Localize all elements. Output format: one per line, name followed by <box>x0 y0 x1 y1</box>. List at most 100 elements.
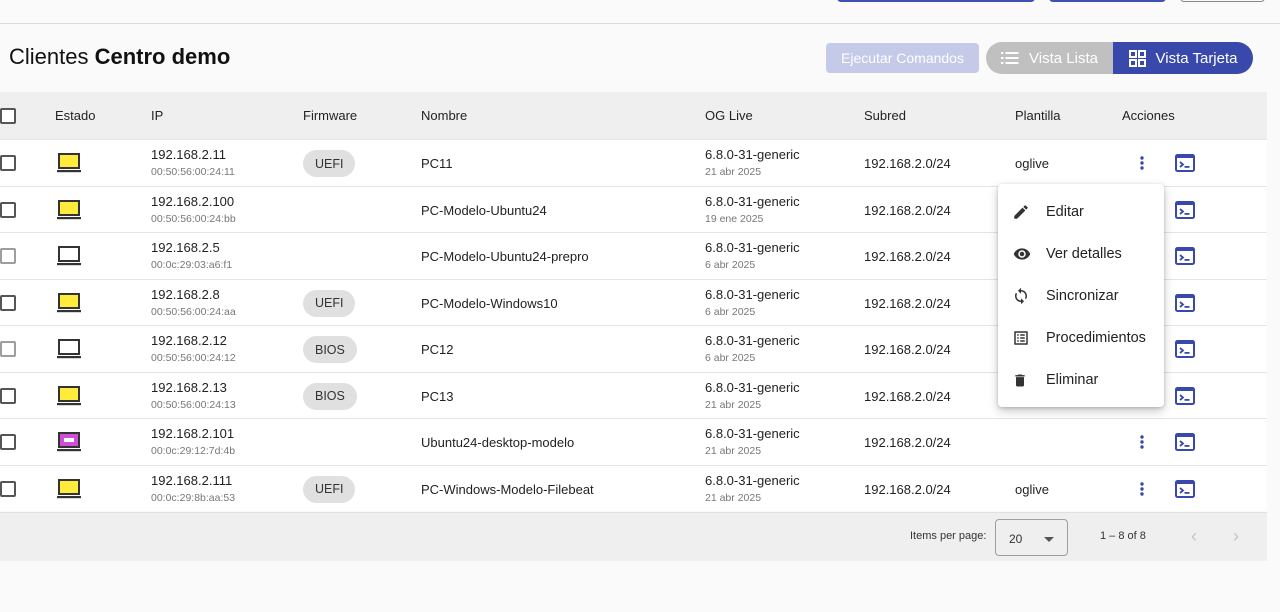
top-action-button-3[interactable] <box>1180 0 1265 2</box>
mac-address: 00:0c:29:12:7d:4b <box>151 445 236 457</box>
oglive-cell: 6.8.0-31-generic 6 abr 2025 <box>705 287 800 318</box>
terminal-icon[interactable] <box>1175 433 1195 451</box>
terminal-icon[interactable] <box>1175 386 1195 405</box>
row-checkbox[interactable] <box>0 201 16 218</box>
row-checkbox[interactable] <box>0 480 16 497</box>
mac-address: 00:50:56:00:24:11 <box>151 166 235 178</box>
column-header-ip[interactable]: IP <box>151 108 163 123</box>
top-action-button-1[interactable] <box>837 0 1035 2</box>
items-per-page-value: 20 <box>1009 532 1023 546</box>
menu-item-sync[interactable]: Sincronizar <box>998 275 1164 317</box>
ip-cell: 192.168.2.11 00:50:56:00:24:11 <box>151 147 235 178</box>
menu-item-procedures[interactable]: Procedimientos <box>998 317 1164 359</box>
list-view-label: Vista Lista <box>1029 49 1098 67</box>
terminal-icon[interactable] <box>1175 154 1195 172</box>
oglive-cell: 6.8.0-31-generic 6 abr 2025 <box>705 333 800 364</box>
terminal-icon[interactable] <box>1175 247 1195 265</box>
ip-cell: 192.168.2.100 00:50:56:00:24:bb <box>151 194 236 225</box>
top-action-button-2[interactable] <box>1049 0 1166 2</box>
oglive-cell: 6.8.0-31-generic 21 abr 2025 <box>705 147 800 178</box>
oglive-date: 21 abr 2025 <box>705 166 762 178</box>
table-row[interactable]: 192.168.2.101 00:0c:29:12:7d:4b Ubuntu24-d… <box>0 418 1267 465</box>
column-header-firmware[interactable]: Firmware <box>303 108 357 123</box>
card-view-button[interactable]: Vista Tarjeta <box>1113 42 1253 74</box>
menu-item-edit[interactable]: Editar <box>998 191 1164 233</box>
subnet-cell: 192.168.2.0/24 <box>864 435 951 450</box>
ip-address: 192.168.2.13 <box>151 379 227 395</box>
subnet-cell: 192.168.2.0/24 <box>864 249 951 264</box>
column-header-subnet[interactable]: Subred <box>864 108 906 123</box>
laptop-status-icon <box>56 431 82 453</box>
ip-address: 192.168.2.111 <box>151 472 233 488</box>
list-icon <box>1001 52 1019 64</box>
table-row[interactable]: 192.168.2.11 00:50:56:00:24:11 UEFI PC11 6.8… <box>0 139 1267 186</box>
page-title-center: Centro demo <box>94 44 231 69</box>
ip-address: 192.168.2.11 <box>151 147 226 162</box>
oglive-date: 21 abr 2025 <box>705 445 762 457</box>
oglive-version: 6.8.0-31-generic <box>705 286 800 302</box>
ip-cell: 192.168.2.5 00:0c:29:03:a6:f1 <box>151 240 232 271</box>
column-header-name[interactable]: Nombre <box>421 108 467 123</box>
next-page-icon[interactable]: › <box>1233 526 1239 547</box>
terminal-icon[interactable] <box>1175 200 1195 219</box>
row-checkbox[interactable] <box>0 387 16 404</box>
row-checkbox[interactable] <box>0 248 16 264</box>
ip-address: 192.168.2.12 <box>151 333 227 348</box>
subnet-cell: 192.168.2.0/24 <box>864 388 951 404</box>
oglive-date: 6 abr 2025 <box>705 305 756 318</box>
row-checkbox[interactable] <box>0 434 16 450</box>
page-title-prefix: Clientes <box>9 44 89 69</box>
menu-item-sync-label: Sincronizar <box>1046 288 1119 304</box>
laptop-status-icon <box>56 199 82 221</box>
row-checkbox[interactable] <box>0 341 16 357</box>
mac-address: 00:0c:29:8b:aa:53 <box>151 491 236 504</box>
oglive-cell: 6.8.0-31-generic 21 abr 2025 <box>705 426 800 457</box>
table-row[interactable]: 192.168.2.111 00:0c:29:8b:aa:53 UEFI PC-Win… <box>0 464 1267 512</box>
column-header-status[interactable]: Estado <box>55 108 95 123</box>
menu-item-delete[interactable]: Eliminar <box>998 359 1164 401</box>
mac-address: 00:50:56:00:24:13 <box>151 398 236 411</box>
terminal-icon[interactable] <box>1175 479 1195 498</box>
column-header-template[interactable]: Plantilla <box>1015 108 1061 123</box>
more-vert-icon[interactable] <box>1134 433 1150 451</box>
row-checkbox[interactable] <box>0 155 16 171</box>
eye-icon <box>1013 248 1031 260</box>
client-name: PC13 <box>421 388 454 404</box>
more-vert-icon[interactable] <box>1134 154 1150 172</box>
column-header-oglive[interactable]: OG Live <box>705 108 753 123</box>
subnet-cell: 192.168.2.0/24 <box>864 481 951 497</box>
terminal-icon[interactable] <box>1175 340 1195 358</box>
oglive-version: 6.8.0-31-generic <box>705 426 800 441</box>
subnet-cell: 192.168.2.0/24 <box>864 342 951 357</box>
oglive-version: 6.8.0-31-generic <box>705 147 800 162</box>
execute-commands-button[interactable]: Ejecutar Comandos <box>826 43 979 73</box>
ip-address: 192.168.2.5 <box>151 240 220 255</box>
more-vert-icon[interactable] <box>1134 480 1150 498</box>
terminal-icon[interactable] <box>1175 293 1195 312</box>
client-name: PC11 <box>421 156 453 171</box>
menu-item-details[interactable]: Ver detalles <box>998 233 1164 275</box>
pencil-icon <box>1014 205 1028 219</box>
ip-cell: 192.168.2.8 00:50:56:00:24:aa <box>151 287 236 318</box>
menu-item-procedures-label: Procedimientos <box>1046 330 1146 346</box>
paginator: Items per page: 20 1 – 8 of 8 ‹ › <box>0 512 1267 561</box>
row-checkbox[interactable] <box>0 294 16 311</box>
card-view-label: Vista Tarjeta <box>1155 49 1238 67</box>
firmware-chip: UEFI <box>303 475 356 503</box>
ip-cell: 192.168.2.13 00:50:56:00:24:13 <box>151 380 236 411</box>
items-per-page-select[interactable]: 20 <box>995 519 1068 556</box>
oglive-cell: 6.8.0-31-generic 19 ene 2025 <box>705 194 800 225</box>
oglive-date: 19 ene 2025 <box>705 212 764 225</box>
ip-cell: 192.168.2.12 00:50:56:00:24:12 <box>151 333 236 364</box>
previous-page-icon[interactable]: ‹ <box>1191 526 1197 547</box>
ip-cell: 192.168.2.101 00:0c:29:12:7d:4b <box>151 426 235 457</box>
page-title: Clientes Centro demo <box>9 44 230 70</box>
oglive-version: 6.8.0-31-generic <box>705 379 800 395</box>
firmware-chip: BIOS <box>303 336 357 363</box>
list-view-button[interactable]: Vista Lista <box>986 42 1113 74</box>
subnet-cell: 192.168.2.0/24 <box>864 156 951 171</box>
select-all-checkbox[interactable] <box>0 108 16 124</box>
view-toggle: Vista Lista Vista Tarjeta <box>986 42 1253 74</box>
mac-address: 00:0c:29:03:a6:f1 <box>151 259 233 271</box>
actions-context-menu: Editar Ver detalles Sincronizar Procedim… <box>998 184 1164 407</box>
